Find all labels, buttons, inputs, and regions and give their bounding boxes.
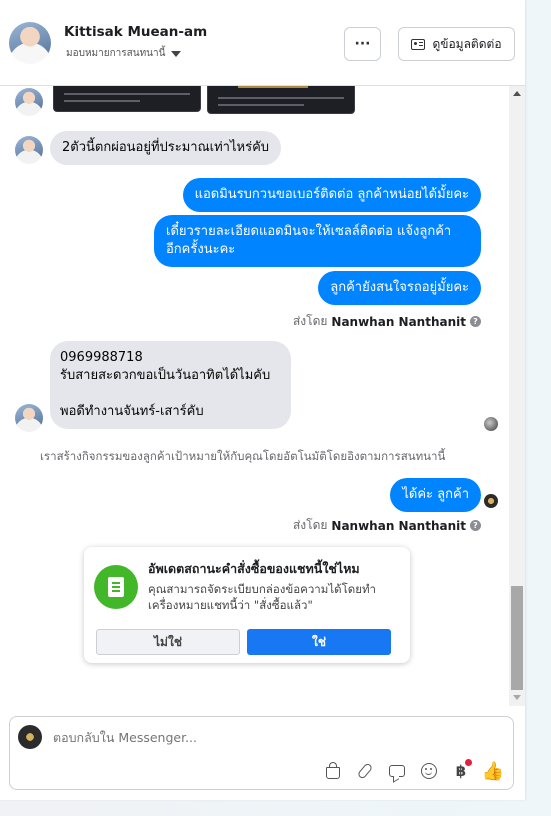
info-icon[interactable]: ? — [470, 520, 481, 531]
scroll-up-arrow-icon[interactable] — [513, 91, 521, 96]
thumbs-up-icon[interactable]: 👍 — [482, 761, 504, 782]
saved-reply-icon[interactable] — [387, 761, 407, 781]
incoming-message[interactable]: 0969988718 รับสายสะดวกขอเป็นวันอาทิตได้ไ… — [50, 341, 291, 429]
sent-by-name: Nanwhan Nanthanit — [331, 314, 466, 329]
sent-by-label: ส่งโดย Nanwhan Nanthanit ? — [293, 312, 481, 331]
conversation-header: Kittisak Muean-am มอบหมายการสนทนานี้ ···… — [0, 0, 525, 86]
emoji-icon[interactable] — [419, 761, 439, 781]
sender-avatar — [15, 88, 43, 116]
suggestion-body: คุณสามารถจัดระเบียบกล่องข้อความได้โดยทำเ… — [148, 582, 377, 612]
incoming-message-line: 0969988718 — [60, 350, 143, 365]
message-thread[interactable]: 2ตัวนี้ตกผ่อนอยู่ที่ประมาณเท่าไหร่คับ แอ… — [0, 86, 509, 706]
no-button[interactable]: ไม่ใช่ — [96, 629, 240, 655]
thread-scrollbar[interactable] — [509, 86, 525, 706]
outgoing-message[interactable]: ลูกค้ายังสนใจรถอยู่มั้ยคะ — [318, 271, 481, 305]
assign-label: มอบหมายการสนทนานี้ — [66, 48, 166, 59]
outgoing-message[interactable]: ได้ค่ะ ลูกค้า — [390, 478, 481, 512]
sent-by-prefix: ส่งโดย — [292, 518, 328, 532]
contact-card-icon — [411, 38, 426, 50]
shared-image-card[interactable] — [207, 86, 355, 114]
sender-avatar — [15, 404, 43, 432]
assign-conversation-dropdown[interactable]: มอบหมายการสนทนานี้ — [66, 46, 182, 61]
sent-by-prefix: ส่งโดย — [292, 314, 328, 328]
shared-image-card[interactable] — [53, 86, 201, 112]
outgoing-message-line: อีกครั้งนะคะ — [166, 242, 236, 257]
reply-input[interactable] — [53, 730, 453, 745]
contact-name[interactable]: Kittisak Muean-am — [64, 24, 207, 40]
sender-avatar — [15, 136, 43, 164]
conversation-panel: Kittisak Muean-am มอบหมายการสนทนานี้ ···… — [0, 0, 525, 800]
info-icon[interactable]: ? — [470, 316, 481, 327]
incoming-message-line: รับสายสะดวกขอเป็นวันอาทิตได้ไมคับ — [60, 368, 271, 383]
view-contact-label: ดูข้อมูลติดต่อ — [432, 36, 502, 51]
shopping-bag-icon[interactable] — [323, 761, 343, 781]
paperclip-icon[interactable] — [355, 761, 375, 781]
yes-button[interactable]: ใช่ — [247, 629, 391, 655]
incoming-message[interactable]: 2ตัวนี้ตกผ่อนอยู่ที่ประมาณเท่าไหร่คับ — [50, 131, 282, 165]
scroll-down-arrow-icon[interactable] — [513, 695, 521, 700]
baht-payment-icon[interactable]: ฿ — [451, 759, 472, 781]
seen-avatar — [484, 417, 498, 431]
reply-composer: ฿ 👍 — [9, 716, 514, 790]
composer-toolbar: ฿ 👍 — [323, 759, 504, 782]
outgoing-message[interactable]: แอดมินรบกวนขอเบอร์ติดต่อ ลูกค้าหน่อยได้ม… — [182, 178, 481, 212]
suggestion-title: อัพเดตสถานะคำสั่งซื้อของแชทนี้ใช่ไหม — [148, 561, 360, 576]
more-options-button[interactable]: ··· — [344, 27, 381, 61]
outgoing-message-line: เดี๋ยวรายละเอียดแอดมินจะให้เซลล์ติดต่อ แ… — [166, 224, 452, 239]
sent-by-label: ส่งโดย Nanwhan Nanthanit ? — [293, 516, 481, 535]
order-document-icon — [94, 565, 138, 609]
contact-avatar[interactable] — [9, 22, 51, 64]
incoming-message-line: พอดีทำงานจันทร์-เสาร์คับ — [60, 404, 204, 419]
outgoing-message[interactable]: เดี๋ยวรายละเอียดแอดมินจะให้เซลล์ติดต่อ แ… — [154, 215, 481, 267]
caret-down-icon — [171, 50, 182, 57]
scroll-thumb[interactable] — [511, 586, 523, 690]
seen-avatar — [484, 494, 498, 508]
sent-by-name: Nanwhan Nanthanit — [331, 518, 466, 533]
view-contact-button[interactable]: ดูข้อมูลติดต่อ — [398, 27, 515, 61]
page-avatar — [18, 725, 42, 749]
system-note: เราสร้างกิจกรรมของลูกค้าเป้าหมายให้กับคุ… — [40, 449, 446, 463]
notification-dot — [465, 759, 472, 766]
order-status-suggestion-card: อัพเดตสถานะคำสั่งซื้อของแชทนี้ใช่ไหม คุณ… — [84, 547, 410, 663]
